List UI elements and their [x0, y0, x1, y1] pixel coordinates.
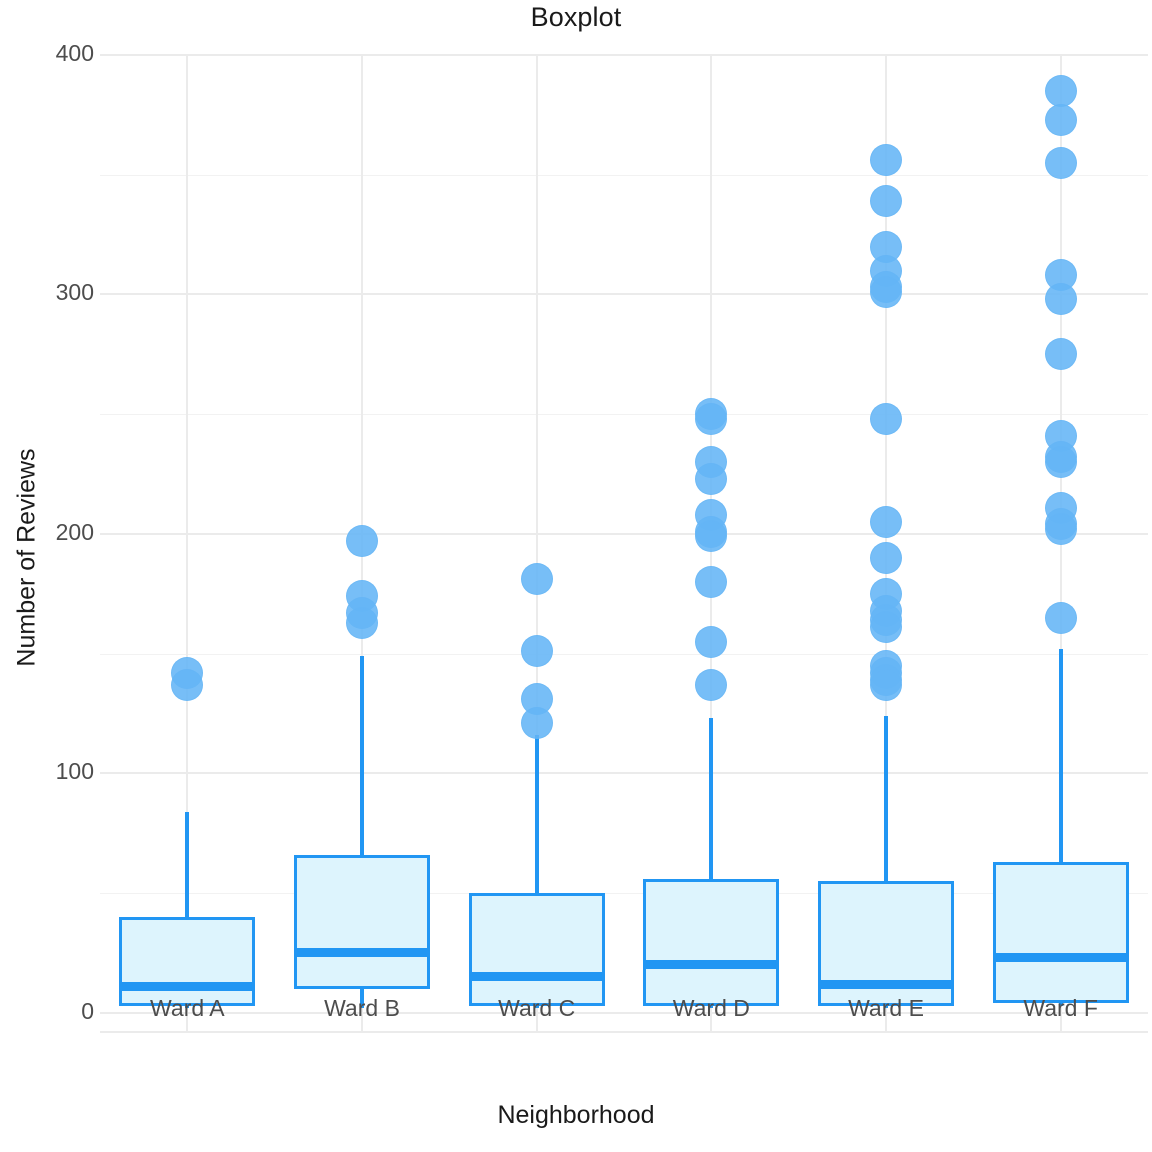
y-axis-title: Number of Reviews	[12, 448, 41, 667]
outlier-point[interactable]	[1044, 513, 1077, 546]
boxplot-chart: Boxplot Number of Reviews Neighborhood 0…	[0, 0, 1152, 1152]
box-iqr[interactable]	[992, 861, 1129, 1004]
outlier-point[interactable]	[1044, 338, 1077, 371]
y-tick-label: 200	[55, 518, 94, 545]
outlier-point[interactable]	[1044, 74, 1077, 107]
y-tick-label: 100	[55, 758, 94, 785]
outlier-point[interactable]	[1044, 146, 1077, 179]
plot-panel	[100, 54, 1148, 1032]
outlier-point[interactable]	[1044, 446, 1077, 479]
x-axis-line	[100, 1031, 1148, 1033]
y-tick-label: 300	[55, 279, 94, 306]
box-group[interactable]	[100, 55, 1148, 1032]
outlier-point[interactable]	[1044, 601, 1077, 634]
median-line	[992, 953, 1129, 963]
outlier-point[interactable]	[1044, 283, 1077, 316]
x-axis-title: Neighborhood	[497, 1101, 655, 1129]
outlier-point[interactable]	[1044, 103, 1077, 136]
y-tick-label: 400	[55, 40, 94, 66]
x-tick-label: Ward F	[1023, 995, 1098, 1021]
whisker-upper	[1058, 648, 1063, 862]
chart-title: Boxplot	[530, 2, 622, 32]
